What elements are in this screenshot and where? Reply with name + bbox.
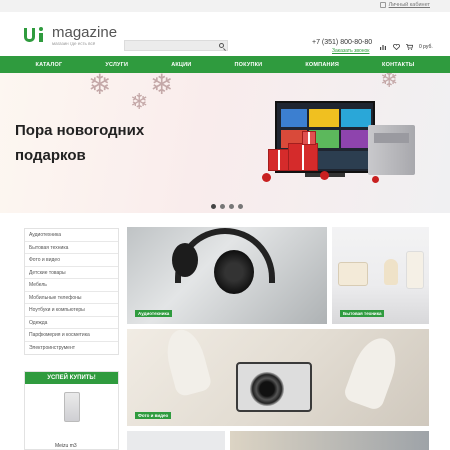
search-input[interactable] bbox=[124, 40, 228, 51]
main-nav: КАТАЛОГ УСЛУГИ АКЦИИ ПОКУПКИ КОМПАНИЯ КО… bbox=[0, 56, 450, 73]
sidebar-item-power-tools[interactable]: Электроинструмент bbox=[25, 342, 118, 355]
slider-dot[interactable] bbox=[229, 204, 234, 209]
phone-number: +7 (351) 800-80-80 bbox=[312, 39, 373, 46]
sidebar-item-photo-video[interactable]: Фото и видео bbox=[25, 254, 118, 267]
ornament-icon bbox=[372, 176, 379, 183]
snowflake-icon: ❄ bbox=[130, 89, 149, 114]
snowflake-icon: ❄ bbox=[380, 73, 399, 92]
sidebar-item-phones[interactable]: Мобильные телефоны bbox=[25, 292, 118, 304]
logo-mark-icon bbox=[24, 25, 49, 45]
header-icons: 0 руб. bbox=[380, 43, 433, 51]
header: magazine магазин где есть всё +7 (351) 8… bbox=[0, 12, 450, 56]
snowflake-icon: ❄ bbox=[150, 73, 174, 100]
ornament-icon bbox=[262, 173, 271, 182]
phone-product-image[interactable] bbox=[64, 392, 80, 422]
logo[interactable]: magazine магазин где есть всё bbox=[24, 25, 117, 46]
console-image bbox=[368, 125, 415, 175]
nav-catalog[interactable]: КАТАЛОГ bbox=[36, 62, 63, 68]
kettle-image bbox=[384, 259, 398, 285]
heart-icon[interactable] bbox=[393, 43, 400, 51]
slider-dot[interactable] bbox=[211, 204, 216, 209]
tile-label-photo: Фото и видео bbox=[135, 412, 172, 419]
nav-contacts[interactable]: КОНТАКТЫ bbox=[382, 62, 414, 68]
gift-icon bbox=[288, 143, 318, 171]
page: Личный кабинет magazine магазин где есть… bbox=[0, 0, 450, 450]
nav-services[interactable]: УСЛУГИ bbox=[105, 62, 128, 68]
search-icon[interactable] bbox=[219, 43, 224, 48]
cart-total[interactable]: 0 руб. bbox=[419, 44, 433, 50]
sidebar-item-computers[interactable]: Ноутбуки и компьютеры bbox=[25, 304, 118, 317]
headphone-cup bbox=[172, 243, 198, 277]
category-tile-kids[interactable] bbox=[127, 431, 225, 450]
nav-promotions[interactable]: АКЦИИ bbox=[171, 62, 191, 68]
coffee-maker-image bbox=[406, 251, 424, 289]
logo-name: magazine bbox=[52, 24, 118, 41]
sidebar-item-cosmetics[interactable]: Парфюмерия и косметика bbox=[25, 329, 118, 342]
cart-icon[interactable] bbox=[406, 44, 414, 50]
gift-icon bbox=[302, 131, 316, 145]
callback-link[interactable]: Заказать звонок bbox=[332, 48, 369, 54]
hero-banner[interactable]: ❄ ❄ ❄ ❄ Пора новогодних подарков bbox=[0, 73, 450, 213]
ornament-icon bbox=[320, 171, 329, 180]
promo-product-name[interactable]: Meizu m3 bbox=[55, 443, 77, 449]
sidebar-item-audio[interactable]: Аудиотехника bbox=[25, 229, 118, 242]
slider-dot[interactable] bbox=[220, 204, 225, 209]
headphone-cup bbox=[214, 250, 254, 294]
personal-account-link[interactable]: Личный кабинет bbox=[379, 2, 430, 8]
snowflake-icon: ❄ bbox=[88, 73, 112, 100]
gift-icon bbox=[268, 149, 290, 171]
nav-purchases[interactable]: ПОКУПКИ bbox=[235, 62, 263, 68]
personal-account-label: Личный кабинет bbox=[388, 2, 430, 8]
nav-company[interactable]: КОМПАНИЯ bbox=[305, 62, 339, 68]
tile-label-audio: Аудиотехника bbox=[135, 310, 173, 317]
tile-label-appliances: Бытовая техника bbox=[340, 310, 385, 317]
hero-title: Пора новогодних подарков bbox=[15, 122, 145, 164]
camera-lens bbox=[250, 372, 284, 406]
slider-dots bbox=[211, 204, 243, 209]
logo-tagline: магазин где есть всё bbox=[52, 41, 96, 46]
decor-shape bbox=[342, 332, 404, 412]
category-tile-appliances[interactable]: Бытовая техника bbox=[332, 227, 429, 324]
decor-shape bbox=[161, 329, 213, 398]
promo-title: УСПЕЙ КУПИТЬ! bbox=[25, 372, 118, 384]
toaster-image bbox=[338, 262, 368, 286]
sidebar-item-appliances[interactable]: Бытовая техника bbox=[25, 242, 118, 254]
sidebar-item-clothing[interactable]: Одежда bbox=[25, 317, 118, 329]
category-tile-computers[interactable] bbox=[230, 431, 429, 450]
promo-widget: УСПЕЙ КУПИТЬ! Meizu m3 bbox=[24, 371, 119, 450]
compare-icon[interactable] bbox=[380, 44, 386, 50]
slider-dot[interactable] bbox=[238, 204, 243, 209]
sidebar-item-furniture[interactable]: Мебель bbox=[25, 279, 118, 292]
category-sidebar: Аудиотехника Бытовая техника Фото и виде… bbox=[24, 228, 119, 355]
top-bar: Личный кабинет bbox=[0, 0, 450, 12]
sidebar-item-kids[interactable]: Детские товары bbox=[25, 267, 118, 279]
user-icon bbox=[379, 2, 386, 8]
